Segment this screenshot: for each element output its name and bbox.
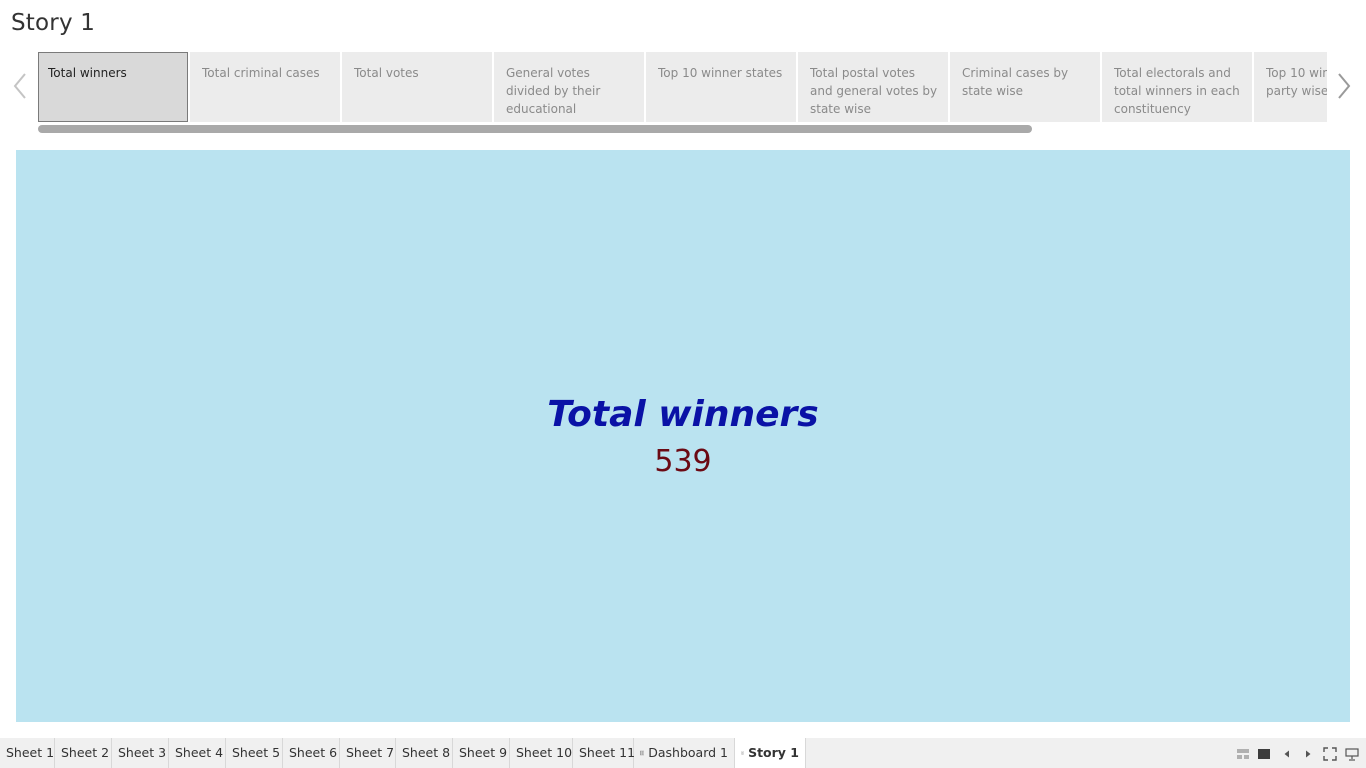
story-point-electorals-and-winners[interactable]: Total electorals and total winners in ea… — [1102, 52, 1252, 122]
tab-sheet-3[interactable]: Sheet 3 — [112, 738, 169, 768]
story-point-caption: General votes divided by their education… — [506, 66, 601, 116]
tab-sheet-10[interactable]: Sheet 10 — [510, 738, 573, 768]
tab-sheet-4[interactable]: Sheet 4 — [169, 738, 226, 768]
tab-label: Sheet 9 — [459, 745, 508, 760]
story-point-canvas: Total winners 539 — [16, 150, 1350, 722]
tab-label: Story 1 — [748, 745, 799, 760]
story-point-total-winners[interactable]: Total winners — [38, 52, 188, 122]
tab-sheet-1[interactable]: Sheet 1 — [0, 738, 55, 768]
tab-label: Sheet 6 — [289, 745, 338, 760]
tab-label: Sheet 10 — [516, 745, 573, 760]
story-point-total-votes[interactable]: Total votes — [342, 52, 492, 122]
story-navigator-scrollbar[interactable] — [38, 125, 1327, 133]
tab-label: Sheet 11 — [579, 745, 636, 760]
tab-sheet-9[interactable]: Sheet 9 — [453, 738, 510, 768]
full-screen-button[interactable] — [1322, 746, 1338, 762]
tab-label: Sheet 4 — [175, 745, 224, 760]
tab-label: Sheet 2 — [61, 745, 110, 760]
story-navigator: Total winners Total criminal cases Total… — [38, 52, 1327, 123]
presentation-mode-button[interactable] — [1344, 746, 1360, 762]
kpi-value: 539 — [654, 444, 712, 479]
tab-sheet-5[interactable]: Sheet 5 — [226, 738, 283, 768]
show-sheet-tabs-button[interactable] — [1256, 746, 1272, 762]
tab-sheet-7[interactable]: Sheet 7 — [340, 738, 396, 768]
story-point-caption: Criminal cases by state wise — [962, 66, 1069, 98]
story-point-criminal-cases-by-state[interactable]: Criminal cases by state wise — [950, 52, 1100, 122]
previous-sheet-icon — [1284, 750, 1289, 758]
chevron-left-icon — [13, 73, 26, 99]
tab-sheet-2[interactable]: Sheet 2 — [55, 738, 112, 768]
story-point-total-criminal-cases[interactable]: Total criminal cases — [190, 52, 340, 122]
tab-label: Sheet 3 — [118, 745, 167, 760]
story-point-caption: Total winners — [48, 66, 127, 80]
story-title: Story 1 — [11, 10, 96, 36]
show-filmstrip-button[interactable] — [1235, 746, 1251, 762]
story-point-postal-general-votes[interactable]: Total postal votes and general votes by … — [798, 52, 948, 122]
tab-label: Dashboard 1 — [648, 745, 728, 760]
story-point-caption: Total criminal cases — [202, 66, 320, 80]
show-sheet-tabs-icon — [1258, 749, 1270, 759]
full-screen-icon — [1323, 747, 1337, 761]
scrollbar-thumb[interactable] — [38, 125, 1032, 133]
tab-sheet-8[interactable]: Sheet 8 — [396, 738, 453, 768]
story-point-caption: Total votes — [354, 66, 419, 80]
next-sheet-icon — [1306, 750, 1311, 758]
show-filmstrip-icon — [1237, 749, 1249, 759]
dashboard-grid-icon — [640, 750, 645, 756]
story-book-icon — [741, 751, 745, 755]
tab-label: Sheet 7 — [346, 745, 395, 760]
previous-sheet-button[interactable] — [1279, 746, 1295, 762]
story-point-caption: Top 10 winners by party wise — [1266, 66, 1327, 98]
next-story-point-button[interactable] — [1335, 70, 1353, 102]
tab-label: Sheet 5 — [232, 745, 281, 760]
tab-label: Sheet 1 — [6, 745, 55, 760]
tab-sheet-11[interactable]: Sheet 11 — [573, 738, 636, 768]
story-point-top-10-winners-party[interactable]: Top 10 winners by party wise — [1254, 52, 1327, 122]
chevron-right-icon — [1338, 73, 1351, 99]
presentation-mode-icon — [1345, 748, 1359, 761]
sheet-tab-bar: Sheet 1 Sheet 2 Sheet 3 Sheet 4 Sheet 5 … — [0, 738, 1366, 768]
tab-dashboard-1[interactable]: Dashboard 1 — [634, 738, 735, 768]
story-point-caption: Total electorals and total winners in ea… — [1114, 66, 1240, 116]
story-point-general-votes-education[interactable]: General votes divided by their education… — [494, 52, 644, 122]
tab-sheet-6[interactable]: Sheet 6 — [283, 738, 340, 768]
tab-story-1[interactable]: Story 1 — [735, 738, 806, 768]
previous-story-point-button[interactable] — [11, 70, 29, 102]
story-point-top-10-winner-states[interactable]: Top 10 winner states — [646, 52, 796, 122]
story-point-caption: Total postal votes and general votes by … — [810, 66, 938, 116]
next-sheet-button[interactable] — [1300, 746, 1316, 762]
story-point-caption: Top 10 winner states — [658, 66, 783, 80]
tab-label: Sheet 8 — [402, 745, 451, 760]
kpi-title: Total winners — [547, 394, 819, 435]
